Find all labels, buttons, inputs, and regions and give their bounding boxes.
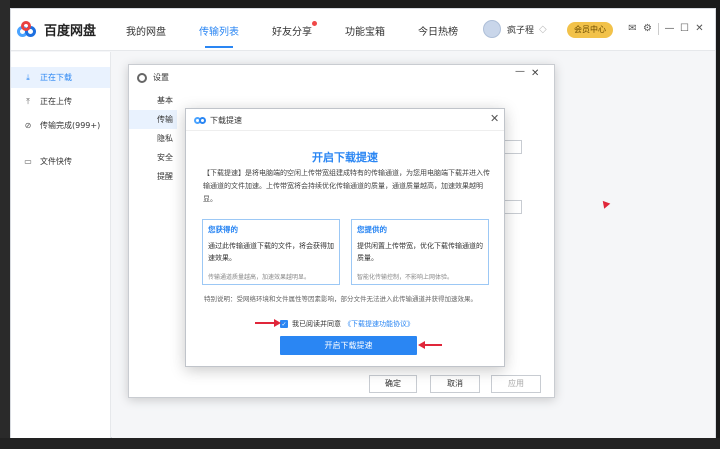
settings-tab-label: 安全 (157, 153, 173, 162)
benefit-get-note: 传输通道质量越高，加速效果越明显。 (208, 274, 311, 281)
sidebar-item-completed[interactable]: ⊘ 传输完成(999+) (11, 115, 110, 136)
netdisk-logo-icon (194, 115, 206, 124)
sidebar-item-quick-transfer[interactable]: ▭ 文件快传 (11, 151, 110, 172)
vip-center-button[interactable]: 会员中心 (567, 22, 613, 38)
accel-title-bar: 下载提速 ✕ (186, 109, 504, 131)
annotation-arrow-left (418, 341, 442, 349)
app-name: 百度网盘 (44, 24, 97, 39)
download-icon: ⤓ (26, 72, 30, 82)
diamond-icon: ◇ (539, 23, 547, 35)
sidebar-item-uploading[interactable]: ⤒ 正在上传 (11, 91, 110, 112)
avatar (483, 20, 501, 38)
upload-icon: ⤒ (26, 96, 30, 106)
nav-transfer-list[interactable]: 传输列表 (199, 9, 239, 51)
notification-dot (312, 21, 317, 26)
transfer-sidebar: ⤓ 正在下载 ⤒ 正在上传 ⊘ 传输完成(999+) ▭ 文件快传 (11, 52, 111, 438)
agreement-link[interactable]: 《下载提速功能协议》 (344, 319, 414, 329)
settings-gear-icon[interactable]: ⚙ (640, 22, 655, 36)
benefit-give-body: 提供闲置上传带宽，优化下载传输通道的质量。 (357, 242, 483, 262)
nav-toolbox[interactable]: 功能宝箱 (345, 9, 385, 51)
settings-tab-label: 隐私 (157, 134, 173, 143)
sidebar-item-label: 正在下载 (40, 73, 72, 82)
settings-tab-label: 提醒 (157, 172, 173, 181)
special-note: 特别说明：受网络环境和文件属性等因素影响，部分文件无法进入此传输通道并获得加速效… (204, 295, 477, 303)
settings-tab-label: 基本 (157, 96, 173, 105)
nav-hot-list[interactable]: 今日热榜 (418, 9, 458, 51)
benefit-get-body: 通过此传输通道下载的文件，将会获得加速效果。 (208, 242, 334, 262)
nav-my-disk[interactable]: 我的网盘 (126, 9, 166, 51)
accel-description: 【下载提速】是将电脑端的空闲上传带宽组建成特有的传输通道，为您用电脑端下载并进入… (203, 169, 490, 203)
annotation-arrow-right (255, 319, 281, 327)
sidebar-item-label: 正在上传 (40, 97, 72, 106)
benefit-give-title: 您提供的 (357, 225, 387, 234)
username: 疯子程 (507, 25, 535, 36)
start-accelerate-button[interactable]: 开启下载提速 (280, 336, 417, 355)
agree-checkbox[interactable]: ✓ (280, 320, 288, 328)
main-nav: 我的网盘 传输列表 好友分享 功能宝箱 今日热榜 (126, 9, 491, 51)
accel-title: 开启下载提速 (312, 151, 378, 164)
left-background-strip (0, 0, 10, 449)
benefit-give-card: 您提供的 提供闲置上传带宽，优化下载传输通道的质量。 智能化传输控制，不影响上网… (351, 219, 489, 285)
nav-friend-share[interactable]: 好友分享 (272, 9, 317, 51)
settings-tab-privacy[interactable]: 隐私 (129, 129, 177, 148)
check-circle-icon: ⊘ (24, 121, 32, 130)
settings-title: 设置 (153, 73, 169, 82)
gear-icon (137, 72, 147, 83)
settings-tab-security[interactable]: 安全 (129, 148, 177, 167)
close-icon[interactable]: ✕ (692, 22, 707, 36)
settings-title-bar: 设置 (137, 72, 169, 83)
sidebar-item-label: 文件快传 (40, 157, 72, 166)
app-logo[interactable]: 百度网盘 (17, 20, 96, 39)
benefit-get-card: 您获得的 通过此传输通道下载的文件，将会获得加速效果。 传输通道质量越高，加速效… (202, 219, 340, 285)
nav-friend-share-label: 好友分享 (272, 27, 312, 38)
settings-tab-transfer[interactable]: 传输 (129, 110, 177, 129)
monitor-icon: ▭ (24, 157, 32, 166)
settings-tab-reminder[interactable]: 提醒 (129, 167, 177, 186)
minimize-icon[interactable]: — (662, 22, 677, 36)
cancel-button[interactable]: 取消 (430, 375, 480, 393)
netdisk-logo-icon (17, 20, 39, 38)
settings-nav: 基本 传输 隐私 安全 提醒 (129, 91, 177, 186)
maximize-icon[interactable]: ☐ (677, 22, 692, 36)
agreement-row: ✓ 我已阅读并同意 《下载提速功能协议》 (280, 319, 414, 329)
download-accelerate-dialog: 下载提速 ✕ 开启下载提速 【下载提速】是将电脑端的空闲上传带宽组建成特有的传输… (185, 108, 505, 367)
benefit-give-note: 智能化传输控制，不影响上网体验。 (357, 274, 454, 281)
bottom-background-strip (0, 438, 720, 449)
minimize-icon[interactable]: — (515, 66, 525, 77)
accel-header-title: 下载提速 (210, 116, 242, 125)
apply-button[interactable]: 应用 (491, 375, 541, 393)
settings-tab-basic[interactable]: 基本 (129, 91, 177, 110)
sidebar-item-downloading[interactable]: ⤓ 正在下载 (11, 67, 110, 88)
mail-icon[interactable]: ✉ (625, 22, 640, 36)
user-profile[interactable]: 疯子程 ◇ (483, 20, 547, 38)
sidebar-item-label: 传输完成(999+) (40, 121, 101, 130)
ok-button[interactable]: 确定 (369, 375, 417, 393)
close-icon[interactable]: ✕ (490, 112, 499, 125)
divider (658, 23, 659, 35)
agree-text: 我已阅读并同意 (292, 320, 341, 328)
top-header: 百度网盘 我的网盘 传输列表 好友分享 功能宝箱 今日热榜 疯子程 ◇ 会员中心… (11, 9, 715, 51)
benefit-get-title: 您获得的 (208, 225, 238, 234)
close-icon[interactable]: ✕ (531, 68, 539, 79)
settings-tab-label: 传输 (157, 115, 173, 124)
window-controls: ✉ ⚙ — ☐ ✕ (625, 22, 707, 36)
